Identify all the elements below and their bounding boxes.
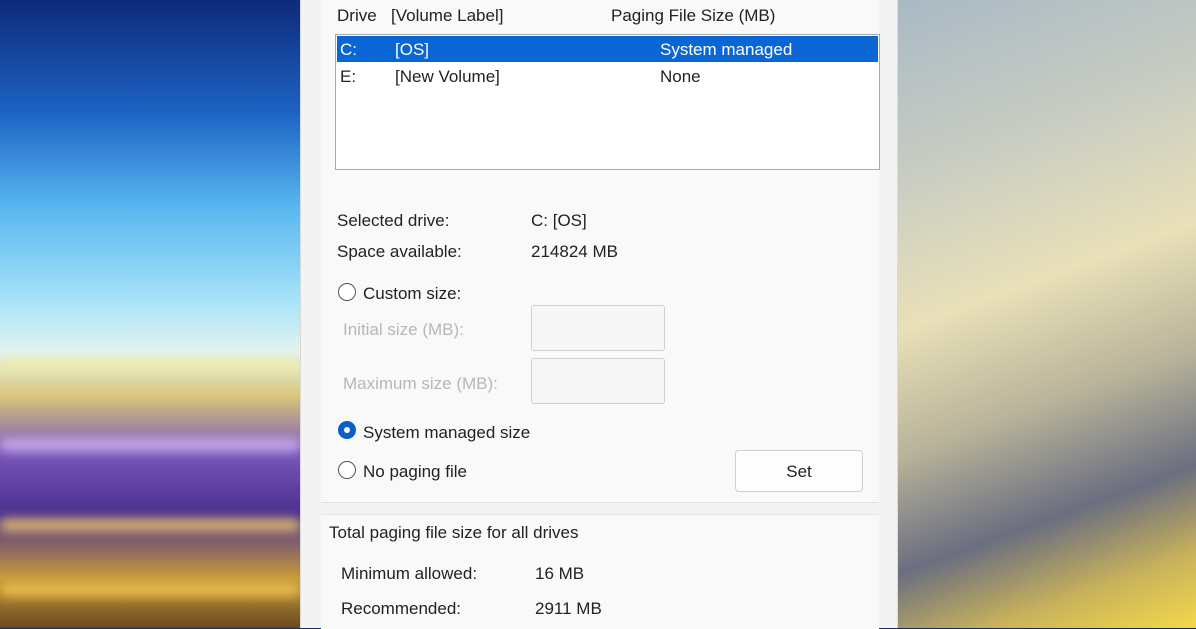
drive-volume-label: [New Volume] bbox=[395, 67, 500, 86]
space-available-label: Space available: bbox=[337, 242, 462, 261]
column-header-volume-label: [Volume Label] bbox=[391, 6, 504, 25]
light-streak bbox=[0, 585, 300, 595]
light-streak bbox=[0, 440, 300, 450]
column-header-drive: Drive bbox=[337, 6, 377, 25]
drive-list[interactable]: C: [OS] System managed E: [New Volume] N… bbox=[335, 34, 880, 170]
minimum-allowed-label: Minimum allowed: bbox=[341, 564, 478, 583]
light-streak bbox=[0, 520, 300, 530]
minimum-allowed-value: 16 MB bbox=[535, 564, 585, 583]
system-managed-label: System managed size bbox=[363, 423, 531, 442]
initial-size-label: Initial size (MB): bbox=[343, 320, 464, 339]
maximum-size-input[interactable] bbox=[531, 358, 665, 404]
drive-settings-pane: Drive [Volume Label] Paging File Size (M… bbox=[321, 0, 880, 503]
selected-drive-label: Selected drive: bbox=[337, 211, 450, 230]
set-button[interactable]: Set bbox=[735, 450, 863, 492]
virtual-memory-dialog: Drive [Volume Label] Paging File Size (M… bbox=[300, 0, 898, 629]
system-managed-radio[interactable] bbox=[338, 421, 356, 439]
total-paging-heading: Total paging file size for all drives bbox=[329, 523, 579, 542]
drive-row-c[interactable]: C: [OS] System managed bbox=[337, 36, 878, 62]
desktop-wallpaper-right bbox=[896, 0, 1196, 628]
space-available-value: 214824 MB bbox=[531, 242, 618, 261]
total-paging-group: Total paging file size for all drives Mi… bbox=[321, 514, 879, 629]
recommended-label: Recommended: bbox=[341, 599, 462, 618]
maximum-size-label: Maximum size (MB): bbox=[343, 374, 498, 393]
drive-row-e[interactable]: E: [New Volume] None bbox=[337, 63, 878, 89]
drive-letter: C: bbox=[340, 40, 357, 59]
column-header-paging-size: Paging File Size (MB) bbox=[611, 6, 776, 25]
no-paging-file-radio[interactable] bbox=[338, 461, 356, 479]
custom-size-radio[interactable] bbox=[338, 283, 356, 301]
no-paging-file-label: No paging file bbox=[363, 462, 467, 481]
drive-paging-size: System managed bbox=[660, 40, 793, 59]
initial-size-input[interactable] bbox=[531, 305, 665, 351]
recommended-value: 2911 MB bbox=[535, 599, 602, 618]
selected-drive-value: C: [OS] bbox=[531, 211, 587, 230]
drive-letter: E: bbox=[340, 67, 357, 86]
drive-volume-label: [OS] bbox=[395, 40, 430, 59]
drive-paging-size: None bbox=[660, 67, 701, 86]
custom-size-label: Custom size: bbox=[363, 284, 462, 303]
light-streak bbox=[0, 360, 300, 370]
